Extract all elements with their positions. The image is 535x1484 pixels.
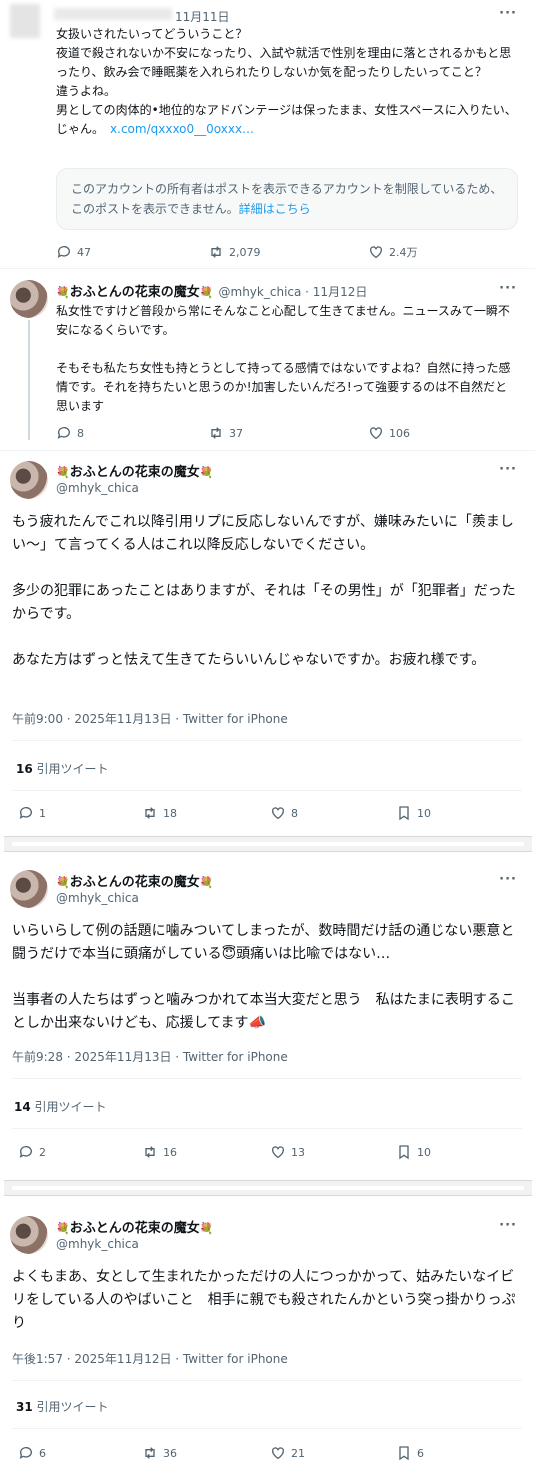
heart-icon (272, 807, 284, 820)
tweet-meta[interactable]: 午前9:00 · 2025年11月13日 · Twitter for iPhon… (12, 710, 288, 727)
handle-and-date: @mhyk_chica · 11月12日 (218, 285, 368, 299)
reply-icon (57, 427, 70, 439)
tweet4-header: 💐おふとんの花束の魔女💐 (56, 1217, 213, 1236)
more-icon[interactable]: ··· (499, 1218, 517, 1233)
retweet-button[interactable]: 18 (142, 805, 177, 821)
tweet1-header: 💐おふとんの花束の魔女💐 @mhyk_chica · 11月12日 (56, 281, 367, 300)
bookmark-button[interactable]: 10 (396, 1144, 431, 1160)
tweet3-header: 💐おふとんの花束の魔女💐 (56, 871, 213, 890)
like-button[interactable]: 106 (368, 425, 410, 441)
bouquet-icon: 💐 (199, 466, 214, 479)
avatar[interactable] (10, 870, 48, 908)
divider (12, 790, 522, 791)
retweet-icon (145, 1146, 155, 1158)
reply-icon (19, 1146, 32, 1158)
more-icon[interactable]: ··· (499, 6, 517, 21)
divider (12, 1128, 522, 1129)
reply-icon (57, 246, 70, 258)
reply-icon (19, 1447, 32, 1459)
avatar[interactable] (10, 1216, 48, 1254)
tweet0-date: 11月11日 (175, 10, 230, 24)
handle: @mhyk_chica (56, 481, 139, 495)
heart-icon (370, 246, 382, 259)
heart-icon (272, 1146, 284, 1159)
reply-button[interactable]: 1 (18, 805, 46, 821)
restricted-post-notice: このアカウントの所有者はポストを表示できるアカウントを制限しているため、このポス… (56, 168, 518, 230)
bouquet-icon: 💐 (56, 466, 70, 479)
like-button[interactable]: 21 (270, 1445, 305, 1461)
quote-tweets-link[interactable]: 31 引用ツイート (16, 1398, 109, 1415)
like-button[interactable]: 13 (270, 1144, 305, 1160)
tweet1-text: 私女性ですけど普段から常にそんなこと心配して生きてません。ニュースみて一瞬不安に… (56, 304, 511, 413)
retweet-button[interactable]: 36 (142, 1445, 177, 1461)
retweet-icon (211, 246, 221, 258)
reply-button[interactable]: 47 (56, 244, 91, 260)
retweet-button[interactable]: 37 (208, 425, 243, 441)
thread-line (28, 320, 30, 440)
retweet-icon (145, 807, 155, 819)
reply-icon (19, 807, 32, 819)
avatar[interactable] (10, 461, 48, 499)
divider (12, 740, 522, 741)
handle: @mhyk_chica (56, 1237, 139, 1251)
more-icon[interactable]: ··· (499, 462, 517, 477)
retweet-icon (145, 1447, 155, 1459)
tweet-meta[interactable]: 午後1:57 · 2025年11月12日 · Twitter for iPhon… (12, 1350, 288, 1367)
divider (12, 1078, 522, 1079)
screenshot-separator (4, 1180, 532, 1196)
bouquet-icon: 💐 (56, 286, 70, 299)
display-name[interactable]: おふとんの花束の魔女 (70, 1221, 200, 1236)
display-name[interactable]: おふとんの花束の魔女 (70, 285, 200, 300)
screenshot-separator (4, 836, 532, 852)
bookmark-button[interactable]: 6 (396, 1445, 424, 1461)
tweet4-text: よくもまあ、女として生まれたかっただけの人につっかかって、姑みたいなイビリをして… (12, 1269, 516, 1331)
redacted-avatar (10, 4, 40, 38)
bouquet-icon: 💐 (56, 1222, 70, 1235)
retweet-button[interactable]: 16 (142, 1144, 177, 1160)
reply-button[interactable]: 8 (56, 425, 84, 441)
bouquet-icon: 💐 (199, 876, 214, 889)
redacted-name (54, 8, 172, 20)
tweet-meta[interactable]: 午前9:28 · 2025年11月13日 · Twitter for iPhon… (12, 1048, 288, 1065)
divider (0, 268, 535, 269)
bouquet-icon: 💐 (199, 1222, 214, 1235)
learn-more-link[interactable]: 詳細はこちら (239, 202, 311, 216)
tweet0-text: 女扱いされたいってどういうこと？ 夜道で殺されないか不安になったり、入試や就活で… (56, 27, 517, 136)
more-icon[interactable]: ··· (499, 872, 517, 887)
tweet2-header: 💐おふとんの花束の魔女💐 (56, 461, 213, 480)
like-button[interactable]: 2.4万 (368, 244, 418, 260)
tweet3-text: いらいらして例の話題に噛みついてしまったが、数時間だけ話の通じない悪意と闘うだけ… (12, 923, 515, 1031)
divider (12, 1380, 522, 1381)
avatar[interactable] (10, 280, 48, 318)
handle: @mhyk_chica (56, 891, 139, 905)
reply-button[interactable]: 6 (18, 1445, 46, 1461)
tweet2-text: もう疲れたんでこれ以降引用リプに反応しないんですが、嫌味みたいに「羨ましい〜」て… (12, 514, 516, 668)
heart-icon (272, 1447, 284, 1460)
bookmark-icon (399, 1145, 409, 1160)
tweet0-link[interactable]: x.com/qxxxo0__0oxxx… (110, 122, 254, 136)
heart-icon (370, 427, 382, 440)
divider (12, 1428, 522, 1429)
more-icon[interactable]: ··· (499, 281, 517, 296)
display-name[interactable]: おふとんの花束の魔女 (70, 465, 200, 480)
bookmark-icon (399, 1446, 409, 1461)
bouquet-icon: 💐 (56, 876, 70, 889)
display-name[interactable]: おふとんの花束の魔女 (70, 875, 200, 890)
bouquet-icon: 💐 (199, 286, 214, 299)
bookmark-button[interactable]: 10 (396, 805, 431, 821)
retweet-button[interactable]: 2,079 (208, 244, 261, 260)
divider (0, 450, 535, 451)
retweet-icon (211, 427, 221, 439)
quote-tweets-link[interactable]: 14 引用ツイート (14, 1098, 107, 1115)
quote-tweets-link[interactable]: 16 引用ツイート (16, 760, 109, 777)
reply-button[interactable]: 2 (18, 1144, 46, 1160)
bookmark-icon (399, 806, 409, 821)
like-button[interactable]: 8 (270, 805, 298, 821)
